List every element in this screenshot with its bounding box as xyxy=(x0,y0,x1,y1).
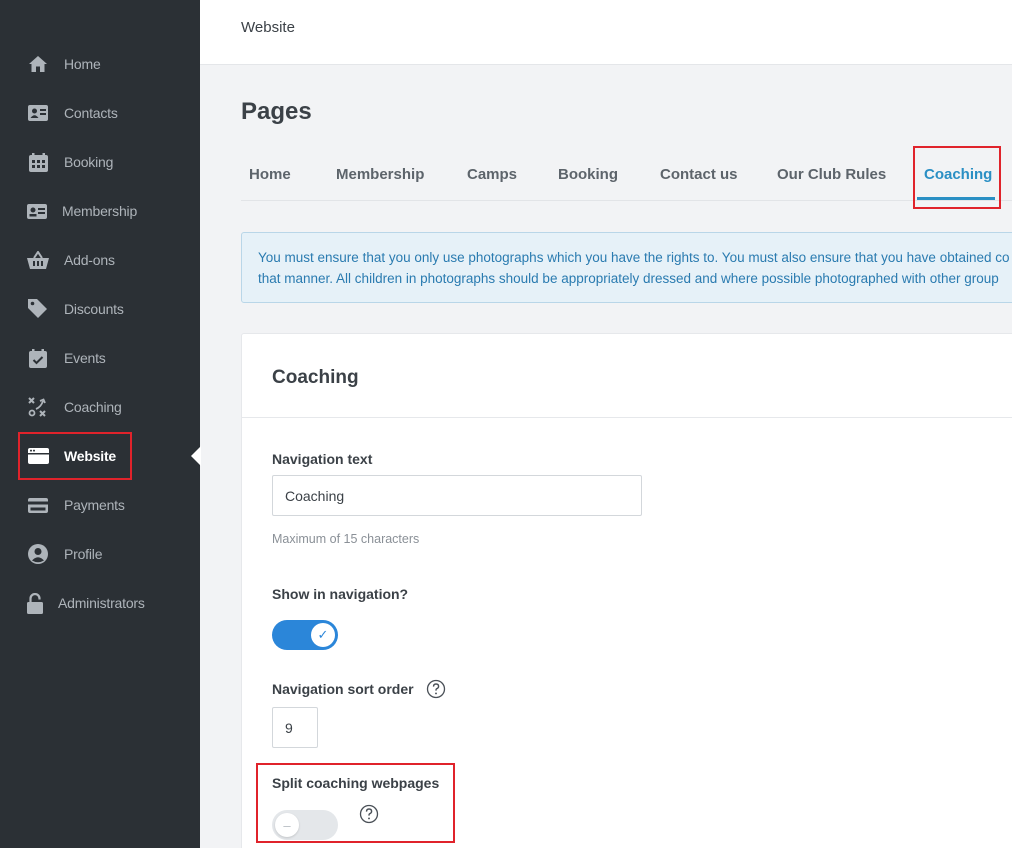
sidebar-item-website[interactable]: Website xyxy=(18,432,132,480)
sidebar-item-membership[interactable]: Membership xyxy=(18,187,137,235)
sidebar-item-events[interactable]: Events xyxy=(18,334,132,382)
credit-card-icon xyxy=(27,494,49,516)
tab-camps[interactable]: Camps xyxy=(467,148,517,201)
sidebar-item-label: Contacts xyxy=(64,105,118,121)
card-title: Coaching xyxy=(272,367,359,388)
home-icon xyxy=(27,53,49,75)
sidebar-item-label: Discounts xyxy=(64,301,124,317)
page-title: Pages xyxy=(241,98,312,125)
info-alert: You must ensure that you only use photog… xyxy=(241,232,1012,303)
lock-icon xyxy=(27,592,43,614)
help-icon[interactable] xyxy=(426,679,446,699)
sort-order-label: Navigation sort order xyxy=(272,681,414,697)
sidebar-item-home[interactable]: Home xyxy=(18,40,132,88)
sidebar-item-coaching[interactable]: Coaching xyxy=(18,383,132,431)
sidebar-item-label: Home xyxy=(64,56,101,72)
sidebar-item-label: Administrators xyxy=(58,595,145,611)
navigation-text-label: Navigation text xyxy=(272,451,373,467)
calendar-icon xyxy=(27,151,49,173)
sidebar-item-label: Membership xyxy=(62,203,138,219)
basket-icon xyxy=(27,249,49,271)
show-in-navigation-label: Show in navigation? xyxy=(272,586,409,602)
tab-our-club-rules[interactable]: Our Club Rules xyxy=(777,148,886,201)
calendar-check-icon xyxy=(27,347,49,369)
sidebar-item-label: Profile xyxy=(64,546,103,562)
tab-contact-us[interactable]: Contact us xyxy=(660,148,738,201)
tag-icon xyxy=(27,298,49,320)
tab-membership[interactable]: Membership xyxy=(336,148,424,201)
sidebar-item-label: Booking xyxy=(64,154,114,170)
sidebar-item-label: Events xyxy=(64,350,106,366)
tab-home[interactable]: Home xyxy=(249,148,291,201)
contact-card-icon xyxy=(27,102,49,124)
sidebar-item-profile[interactable]: Profile xyxy=(18,530,132,578)
toggle-check-icon: ✓ xyxy=(311,623,335,647)
alert-line: that manner. All children in photographs… xyxy=(258,271,999,286)
tactics-icon xyxy=(27,396,49,418)
sidebar-item-label: Website xyxy=(64,448,117,464)
topbar-title: Website xyxy=(241,19,295,36)
sidebar-item-label: Payments xyxy=(64,497,125,513)
sidebar-item-label: Add-ons xyxy=(64,252,115,268)
sidebar-item-label: Coaching xyxy=(64,399,122,415)
sidebar-item-booking[interactable]: Booking xyxy=(18,138,132,186)
navigation-text-hint: Maximum of 15 characters xyxy=(272,532,420,546)
sidebar-item-payments[interactable]: Payments xyxy=(18,481,132,529)
navigation-text-input[interactable] xyxy=(272,475,642,516)
split-highlight-box xyxy=(256,763,455,843)
tab-highlight-box xyxy=(913,146,1001,209)
topbar: Website xyxy=(200,0,1012,65)
page-tabs: Home Membership Camps Booking Contact us… xyxy=(241,148,1012,201)
sidebar: Home Contacts Booking Membership Add-ons… xyxy=(0,0,200,848)
sort-order-input[interactable] xyxy=(272,707,318,748)
sidebar-item-contacts[interactable]: Contacts xyxy=(18,89,132,137)
user-circle-icon xyxy=(27,543,49,565)
sidebar-item-administrators[interactable]: Administrators xyxy=(18,579,145,627)
show-in-navigation-toggle[interactable]: ✓ xyxy=(272,620,338,650)
active-pointer xyxy=(191,446,201,466)
sidebar-item-add-ons[interactable]: Add-ons xyxy=(18,236,132,284)
sidebar-item-discounts[interactable]: Discounts xyxy=(18,285,132,333)
card-header: Coaching xyxy=(242,334,1012,418)
browser-icon xyxy=(27,445,49,467)
id-card-icon xyxy=(27,200,47,222)
tab-booking[interactable]: Booking xyxy=(558,148,618,201)
alert-line: You must ensure that you only use photog… xyxy=(258,250,1010,265)
